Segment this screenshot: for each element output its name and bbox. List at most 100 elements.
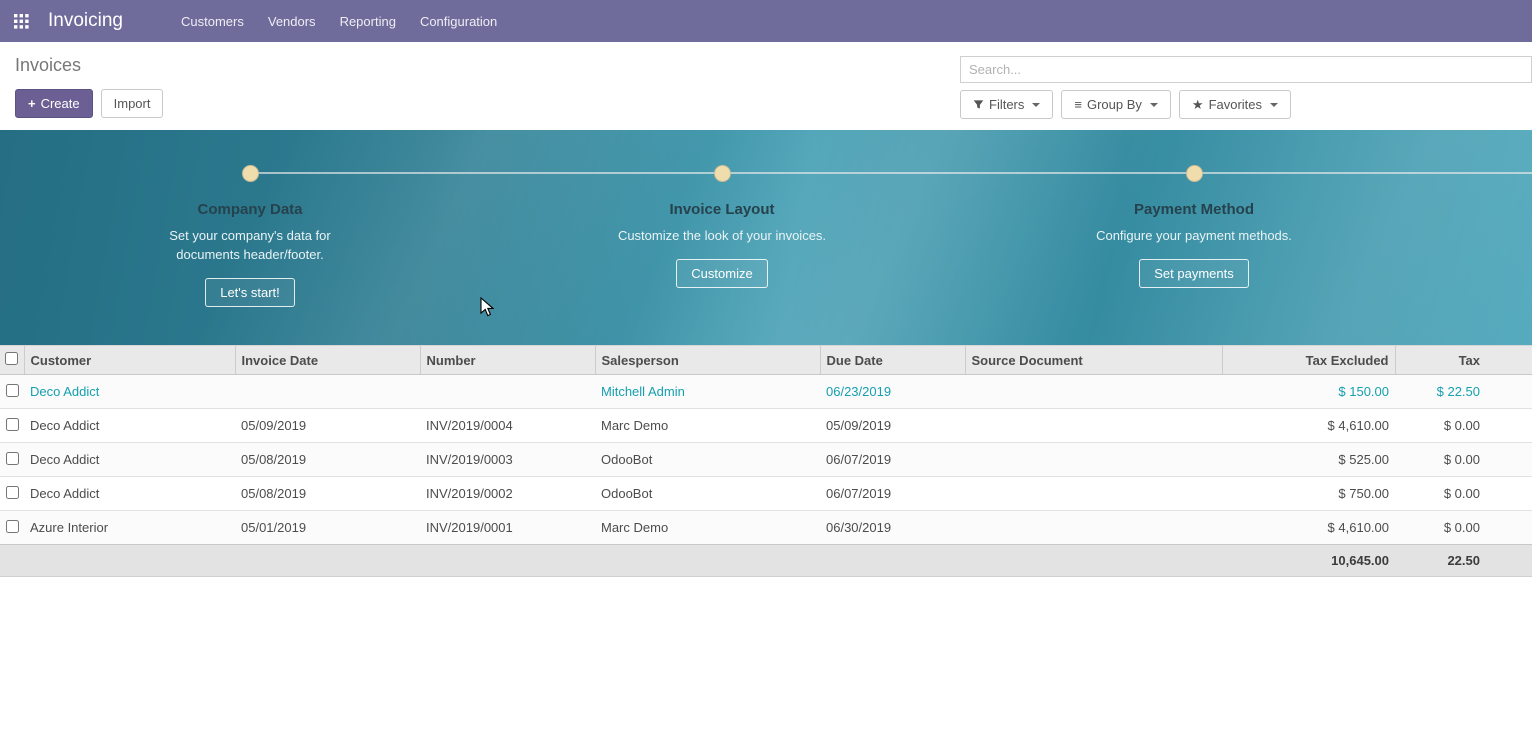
create-button[interactable]: + Create <box>15 89 93 118</box>
row-select-cell[interactable] <box>0 477 24 511</box>
import-button[interactable]: Import <box>101 89 164 118</box>
caret-down-icon <box>1150 103 1158 107</box>
row-select-cell[interactable] <box>0 511 24 545</box>
row-select-cell[interactable] <box>0 375 24 409</box>
control-panel: Invoices + Create Import Filters <box>0 42 1532 130</box>
cell-tax[interactable]: $ 0.00 <box>1395 511 1532 545</box>
cell-salesperson[interactable]: Marc Demo <box>595 409 820 443</box>
cell-salesperson[interactable]: OdooBot <box>595 443 820 477</box>
row-checkbox[interactable] <box>6 486 19 499</box>
row-checkbox[interactable] <box>6 384 19 397</box>
page-title: Invoices <box>15 52 163 79</box>
cell-customer[interactable]: Azure Interior <box>24 511 235 545</box>
cell-invoice-date[interactable]: 05/08/2019 <box>235 477 420 511</box>
cell-due-date[interactable]: 06/23/2019 <box>820 375 965 409</box>
action-buttons: + Create Import <box>15 89 163 118</box>
cell-source-document[interactable] <box>965 375 1222 409</box>
cell-due-date[interactable]: 06/07/2019 <box>820 477 965 511</box>
cell-tax[interactable]: $ 22.50 <box>1395 375 1532 409</box>
cell-tax-excluded[interactable]: $ 4,610.00 <box>1222 511 1395 545</box>
menu-item-customers[interactable]: Customers <box>179 8 246 35</box>
step-description: Configure your payment methods. <box>1082 226 1307 245</box>
row-checkbox[interactable] <box>6 418 19 431</box>
cell-source-document[interactable] <box>965 443 1222 477</box>
cell-due-date[interactable]: 06/30/2019 <box>820 511 965 545</box>
cell-tax-excluded[interactable]: $ 525.00 <box>1222 443 1395 477</box>
table-header-row: Customer Invoice Date Number Salesperson… <box>0 346 1532 375</box>
cell-invoice-date[interactable]: 05/08/2019 <box>235 443 420 477</box>
cell-tax-excluded[interactable]: $ 150.00 <box>1222 375 1395 409</box>
step-title: Payment Method <box>1044 201 1344 218</box>
cell-salesperson[interactable]: Mitchell Admin <box>595 375 820 409</box>
cell-tax-excluded[interactable]: $ 750.00 <box>1222 477 1395 511</box>
cell-salesperson[interactable]: Marc Demo <box>595 511 820 545</box>
menu-item-vendors[interactable]: Vendors <box>266 8 318 35</box>
cell-tax[interactable]: $ 0.00 <box>1395 443 1532 477</box>
column-header-customer[interactable]: Customer <box>24 346 235 375</box>
set-payments-button[interactable]: Set payments <box>1139 259 1249 288</box>
cell-number[interactable] <box>420 375 595 409</box>
lets-start-button[interactable]: Let's start! <box>205 278 295 307</box>
table-row[interactable]: Deco Addict05/09/2019INV/2019/0004Marc D… <box>0 409 1532 443</box>
column-header-salesperson[interactable]: Salesperson <box>595 346 820 375</box>
cell-customer[interactable]: Deco Addict <box>24 375 235 409</box>
group-by-icon: ≡ <box>1074 96 1082 113</box>
cell-customer[interactable]: Deco Addict <box>24 443 235 477</box>
totals-empty-cell <box>0 545 24 577</box>
cell-number[interactable]: INV/2019/0001 <box>420 511 595 545</box>
apps-grid-icon[interactable] <box>8 8 34 34</box>
onboarding-step-payment-method: Payment Method Configure your payment me… <box>1044 130 1344 288</box>
cell-number[interactable]: INV/2019/0003 <box>420 443 595 477</box>
search-input[interactable] <box>960 56 1532 83</box>
cell-source-document[interactable] <box>965 477 1222 511</box>
cell-number[interactable]: INV/2019/0002 <box>420 477 595 511</box>
cell-source-document[interactable] <box>965 409 1222 443</box>
cell-invoice-date[interactable]: 05/01/2019 <box>235 511 420 545</box>
column-header-number[interactable]: Number <box>420 346 595 375</box>
step-title: Invoice Layout <box>572 201 872 218</box>
group-by-button-label: Group By <box>1087 96 1142 113</box>
total-tax: 22.50 <box>1395 545 1532 577</box>
step-dot <box>1186 165 1203 182</box>
column-header-due-date[interactable]: Due Date <box>820 346 965 375</box>
cell-number[interactable]: INV/2019/0004 <box>420 409 595 443</box>
app-title[interactable]: Invoicing <box>48 10 123 32</box>
cell-customer[interactable]: Deco Addict <box>24 409 235 443</box>
group-by-button[interactable]: ≡ Group By <box>1061 90 1171 119</box>
menu-item-configuration[interactable]: Configuration <box>418 8 499 35</box>
cell-source-document[interactable] <box>965 511 1222 545</box>
cell-invoice-date[interactable] <box>235 375 420 409</box>
row-select-cell[interactable] <box>0 409 24 443</box>
select-all-checkbox[interactable] <box>5 352 18 365</box>
cell-tax[interactable]: $ 0.00 <box>1395 477 1532 511</box>
import-button-label: Import <box>114 95 151 112</box>
customize-button[interactable]: Customize <box>676 259 767 288</box>
cell-salesperson[interactable]: OdooBot <box>595 477 820 511</box>
row-checkbox[interactable] <box>6 520 19 533</box>
cell-due-date[interactable]: 05/09/2019 <box>820 409 965 443</box>
filter-funnel-icon <box>973 99 984 110</box>
column-header-tax-excluded[interactable]: Tax Excluded <box>1222 346 1395 375</box>
caret-down-icon <box>1270 103 1278 107</box>
cell-tax[interactable]: $ 0.00 <box>1395 409 1532 443</box>
cell-tax-excluded[interactable]: $ 4,610.00 <box>1222 409 1395 443</box>
column-header-invoice-date[interactable]: Invoice Date <box>235 346 420 375</box>
column-header-tax[interactable]: Tax <box>1395 346 1532 375</box>
cell-invoice-date[interactable]: 05/09/2019 <box>235 409 420 443</box>
row-select-cell[interactable] <box>0 443 24 477</box>
table-row[interactable]: Deco Addict05/08/2019INV/2019/0002OdooBo… <box>0 477 1532 511</box>
filters-button[interactable]: Filters <box>960 90 1053 119</box>
total-tax-excluded: 10,645.00 <box>1222 545 1395 577</box>
column-header-source-document[interactable]: Source Document <box>965 346 1222 375</box>
cell-due-date[interactable]: 06/07/2019 <box>820 443 965 477</box>
menu-item-reporting[interactable]: Reporting <box>338 8 398 35</box>
cell-customer[interactable]: Deco Addict <box>24 477 235 511</box>
select-all-cell[interactable] <box>0 346 24 375</box>
search-panel: Filters ≡ Group By ★ Favorites <box>960 52 1532 119</box>
table-row[interactable]: Deco Addict05/08/2019INV/2019/0003OdooBo… <box>0 443 1532 477</box>
favorites-button[interactable]: ★ Favorites <box>1179 90 1291 119</box>
table-row[interactable]: Azure Interior05/01/2019INV/2019/0001Mar… <box>0 511 1532 545</box>
row-checkbox[interactable] <box>6 452 19 465</box>
table-row[interactable]: Deco Addict Mitchell Admin06/23/2019 $ 150… <box>0 375 1532 409</box>
onboarding-banner: Company Data Set your company's data for… <box>0 130 1532 345</box>
